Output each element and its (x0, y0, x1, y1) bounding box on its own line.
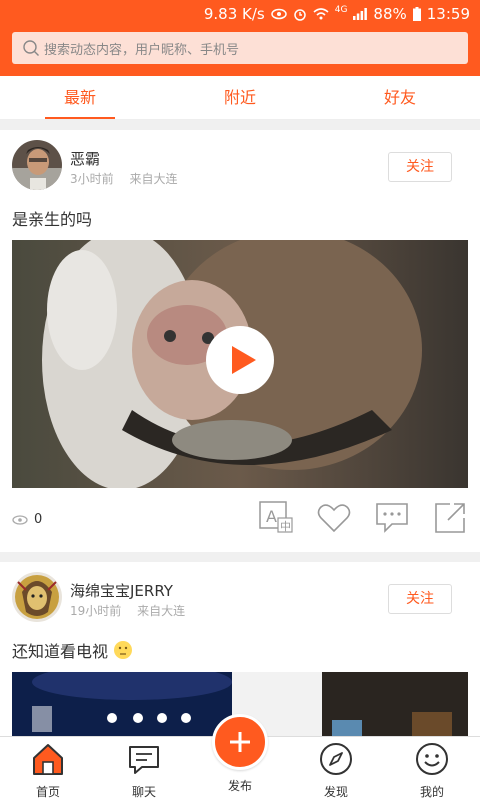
post-location: 来自大连 (137, 604, 186, 618)
search-icon (23, 40, 39, 56)
heart-icon[interactable] (316, 500, 352, 536)
nav-publish-label: 发布 (227, 779, 252, 793)
nav-home-label: 首页 (35, 785, 60, 799)
post-time: 3小时前 (70, 172, 114, 186)
post-time: 19小时前 (70, 604, 122, 618)
post-video[interactable] (12, 240, 468, 488)
follow-button[interactable]: 关注 (388, 152, 452, 182)
compass-icon (320, 743, 352, 775)
post-header: 海绵宝宝JERRY 19小时前 来自大连 关注 (0, 562, 480, 626)
nav-mine-label: 我的 (419, 785, 444, 799)
smiley-icon (416, 743, 448, 775)
network-type: 4G (334, 5, 348, 15)
avatar[interactable] (12, 140, 62, 190)
nav-home[interactable]: 首页 (0, 737, 96, 800)
search-input[interactable]: 搜索动态内容，用户昵称、手机号 (12, 32, 468, 64)
action-icons: A中 (258, 500, 468, 536)
publish-button[interactable] (212, 714, 268, 770)
follow-button[interactable]: 关注 (388, 584, 452, 614)
post-text: 是亲生的吗 (12, 210, 93, 229)
plus-icon (230, 732, 250, 752)
eye-icon (12, 514, 28, 525)
home-icon (33, 744, 63, 775)
translate-icon[interactable]: A中 (258, 500, 294, 536)
nav-chat[interactable]: 聊天 (96, 737, 192, 800)
post-text: 还知道看电视 (0, 626, 480, 672)
thinking-emoji-icon (114, 641, 133, 659)
search-placeholder: 搜索动态内容，用户昵称、手机号 (44, 42, 240, 58)
tab-latest[interactable]: 最新 (0, 76, 160, 119)
play-icon (232, 346, 256, 374)
eye-icon (270, 8, 287, 20)
avatar[interactable] (12, 572, 62, 622)
nav-discover[interactable]: 发现 (288, 737, 384, 800)
nav-chat-label: 聊天 (131, 785, 156, 799)
comment-icon[interactable] (374, 500, 410, 536)
post-meta: 19小时前 来自大连 (70, 602, 197, 619)
battery-level: 88% (373, 5, 407, 23)
svg-text:中: 中 (280, 520, 291, 533)
feed-list: 恶霸 3小时前 来自大连 关注 是亲生的吗 0 A 中 海绵宝宝JERRY 19… (0, 130, 480, 752)
tab-nearby[interactable]: 附近 (160, 76, 320, 119)
alarm-icon (293, 7, 307, 21)
view-count: 0 (12, 512, 42, 527)
tab-friends[interactable]: 好友 (320, 76, 480, 119)
view-count-value: 0 (34, 512, 43, 527)
username[interactable]: 恶霸 (70, 148, 100, 169)
share-icon[interactable] (432, 500, 468, 536)
chat-icon (129, 746, 159, 774)
play-button[interactable] (206, 326, 274, 394)
post-meta: 3小时前 来自大连 (70, 170, 189, 187)
feed-tabs: 最新 附近 好友 (0, 76, 480, 120)
clock: 13:59 (426, 5, 470, 23)
post-text-content: 还知道看电视 (12, 642, 109, 661)
post-header: 恶霸 3小时前 来自大连 关注 (0, 130, 480, 194)
network-speed: 9.83 K/s (203, 5, 265, 23)
post-actions: 0 A中 (0, 488, 480, 552)
battery-icon (412, 7, 421, 21)
status-bar: 9.83 K/s 4G 88% 13:59 (0, 0, 480, 28)
wifi-icon (313, 8, 329, 20)
svg-text:A: A (266, 507, 277, 526)
header: 搜索动态内容，用户昵称、手机号 (0, 28, 480, 76)
username[interactable]: 海绵宝宝JERRY (70, 580, 173, 601)
nav-mine[interactable]: 我的 (384, 737, 480, 800)
post-location: 来自大连 (129, 172, 178, 186)
signal-icon (353, 8, 368, 20)
post-card: 恶霸 3小时前 来自大连 关注 是亲生的吗 0 A 中 (0, 130, 480, 552)
nav-discover-label: 发现 (323, 785, 348, 799)
